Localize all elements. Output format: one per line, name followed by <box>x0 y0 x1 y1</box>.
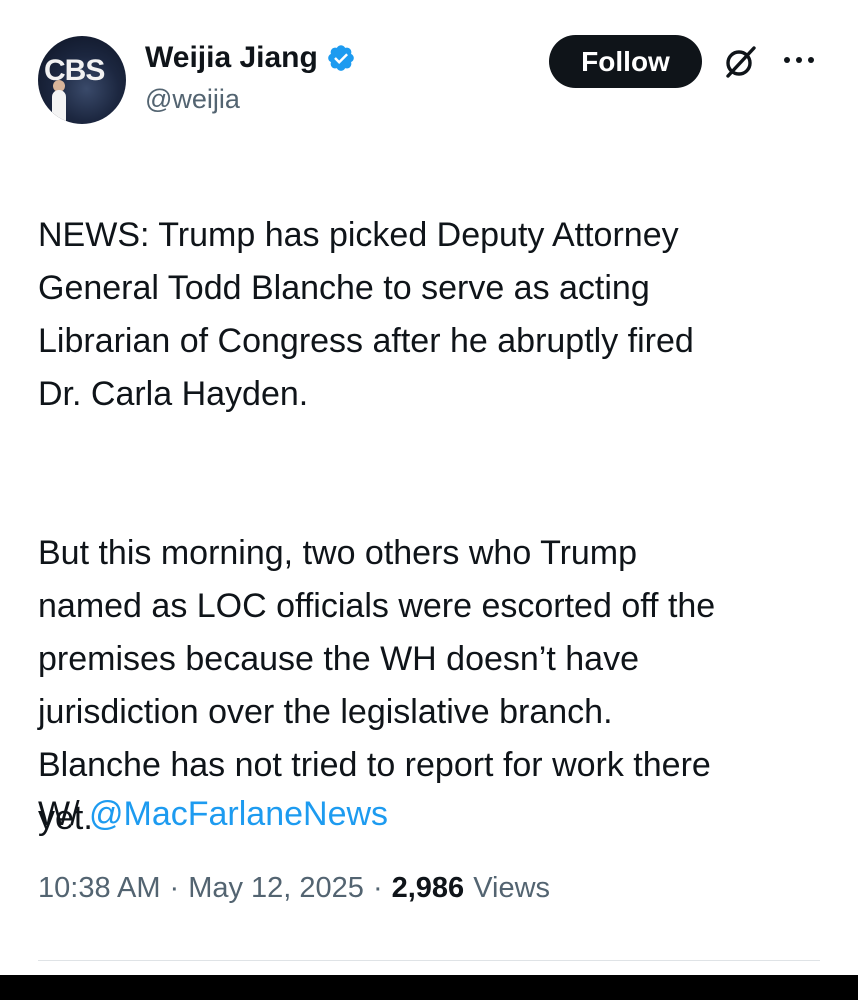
verified-badge-icon <box>328 45 354 71</box>
follow-button[interactable]: Follow <box>549 35 702 88</box>
views-count[interactable]: 2,986 <box>392 872 465 905</box>
tweet-meta: 10:38 AM · May 12, 2025 · 2,986 Views <box>38 872 550 905</box>
tweet-paragraph: NEWS: Trump has picked Deputy Attorney G… <box>38 216 694 413</box>
avatar[interactable]: CBS <box>38 36 126 124</box>
display-name[interactable]: Weijia Jiang <box>145 41 318 75</box>
meta-separator: · <box>372 872 383 904</box>
tweet-header: CBS Weijia Jiang @weijia Follow <box>0 0 858 140</box>
tweet-date[interactable]: May 12, 2025 <box>188 872 364 905</box>
mention-line: W/ @MacFarlaneNews <box>38 788 388 841</box>
divider <box>38 960 820 961</box>
mention-prefix: W/ <box>38 795 80 833</box>
mention-link[interactable]: @MacFarlaneNews <box>89 795 388 833</box>
author-handle[interactable]: @weijia <box>145 84 240 115</box>
tweet-time[interactable]: 10:38 AM <box>38 872 161 905</box>
bottom-bar <box>0 975 858 1000</box>
more-dots-icon[interactable] <box>780 46 818 74</box>
avatar-figure <box>52 90 66 124</box>
meta-separator: · <box>169 872 180 904</box>
views-label[interactable]: Views <box>473 872 550 905</box>
grok-slash-icon[interactable] <box>722 44 758 80</box>
name-row: Weijia Jiang <box>145 38 356 78</box>
